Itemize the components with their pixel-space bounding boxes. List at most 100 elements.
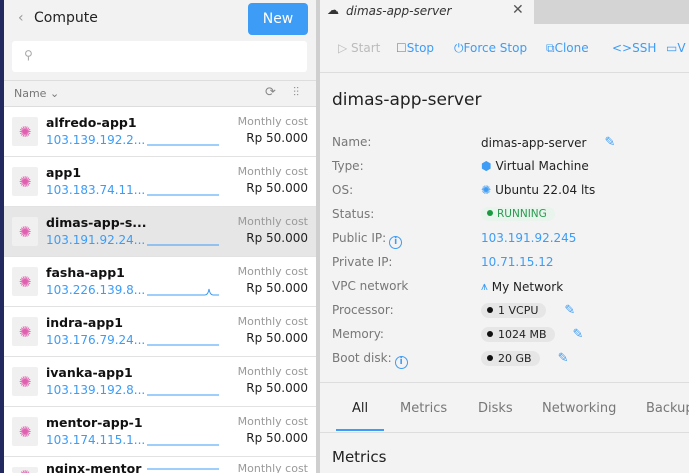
label-name: Name: — [332, 135, 372, 149]
edit-pencil-icon[interactable]: ✎ — [558, 351, 569, 366]
instance-row[interactable]: ✺ indra-app1 103.176.79.24... Monthly co… — [4, 307, 316, 357]
refresh-icon[interactable]: ⟳ — [265, 85, 276, 100]
tab-all[interactable]: All — [352, 401, 368, 416]
usage-sparkline — [147, 468, 219, 470]
detail-row-name: Name: dimas-app-server ✎ — [332, 132, 682, 156]
tab-backup[interactable]: Backup — [646, 401, 689, 416]
detail-row-processor: Processor: 1 VCPU ✎ — [332, 300, 682, 324]
value-private-ip[interactable]: 10.71.15.12 — [481, 255, 554, 269]
instance-ip: 103.139.192.8... — [46, 383, 146, 397]
usage-sparkline — [147, 444, 219, 446]
ubuntu-icon: ✺ — [12, 167, 38, 196]
monthly-cost-label: Monthly cost — [237, 462, 308, 473]
usage-sparkline — [147, 288, 219, 296]
value-public-ip[interactable]: 103.191.92.245 — [481, 231, 576, 245]
instance-row[interactable]: ✺ fasha-app1 103.226.139.8... Monthly co… — [4, 257, 316, 307]
metrics-heading: Metrics — [332, 448, 387, 466]
ssh-button[interactable]: <>SSH — [612, 41, 656, 55]
tab-disks[interactable]: Disks — [478, 401, 513, 416]
monthly-cost-label: Monthly cost — [237, 415, 308, 428]
info-icon[interactable]: i — [389, 236, 403, 249]
force-stop-button[interactable]: ⏻Force Stop — [454, 41, 527, 56]
tab-title: dimas-app-server — [346, 4, 452, 18]
sort-by-name[interactable]: Name ⌄ — [14, 87, 59, 100]
edit-pencil-icon[interactable]: ✎ — [604, 135, 615, 150]
instance-row[interactable]: ✺ dimas-app-s... 103.191.92.24... Monthl… — [4, 207, 316, 257]
value-os: Ubuntu 22.04 lts — [495, 183, 596, 197]
instance-name: dimas-app-s... — [46, 215, 147, 230]
start-label: Start — [351, 41, 381, 55]
ubuntu-icon: ✺ — [12, 417, 38, 446]
back-chevron-icon[interactable]: ‹ — [18, 10, 24, 26]
monthly-cost-label: Monthly cost — [237, 365, 308, 378]
instance-list-panel: ‹ Compute New ⚲ Name ⌄ ⟳ ⫶⫶ ✺ alfredo-ap… — [4, 0, 316, 473]
label-boot-disk: Boot disk: — [332, 351, 392, 365]
info-icon[interactable]: i — [394, 356, 408, 369]
instance-row[interactable]: ✺ alfredo-app1 103.139.192.2... Monthly … — [4, 107, 316, 157]
label-os: OS: — [332, 183, 354, 197]
instance-ip: 103.174.115.1... — [46, 433, 146, 447]
filter-settings-icon[interactable]: ⫶⫶ — [293, 85, 299, 100]
monthly-cost-value: Rp 50.000 — [246, 381, 308, 395]
instance-row[interactable]: ✺ nginx-mentor Monthly cost — [4, 457, 316, 473]
label-type: Type: — [332, 159, 364, 173]
ubuntu-icon: ✺ — [12, 267, 38, 296]
start-button[interactable]: ▷ Start — [338, 41, 380, 55]
monthly-cost-value: Rp 50.000 — [246, 231, 308, 245]
search-input[interactable] — [42, 47, 297, 65]
instance-name: indra-app1 — [46, 315, 123, 330]
ubuntu-icon: ✺ — [12, 467, 38, 473]
edit-pencil-icon[interactable]: ✎ — [564, 303, 575, 318]
instance-list: ✺ alfredo-app1 103.139.192.2... Monthly … — [4, 107, 316, 473]
detail-row-private-ip: Private IP: 10.71.15.12 — [332, 252, 682, 276]
instance-ip: 103.176.79.24... — [46, 333, 146, 347]
detail-row-memory: Memory: 1024 MB ✎ — [332, 324, 682, 348]
cloud-icon: ☁ — [327, 3, 339, 17]
instance-row[interactable]: ✺ mentor-app-1 103.174.115.1... Monthly … — [4, 407, 316, 457]
ubuntu-icon: ✺ — [12, 317, 38, 346]
usage-sparkline-line — [147, 288, 219, 296]
monthly-cost-value: Rp 50.000 — [246, 181, 308, 195]
label-memory: Memory: — [332, 327, 384, 341]
tab-metrics[interactable]: Metrics — [400, 401, 447, 416]
ssh-label: SSH — [632, 41, 657, 55]
detail-row-type: Type: ⬢ Virtual Machine — [332, 156, 682, 180]
tab-networking[interactable]: Networking — [542, 401, 616, 416]
detail-row-boot-disk: Boot disk: i 20 GB ✎ — [332, 348, 682, 372]
status-badge: RUNNING — [481, 207, 555, 221]
instance-ip: 103.226.139.8... — [46, 283, 146, 297]
search-box[interactable]: ⚲ — [12, 41, 307, 72]
value-memory: 1024 MB — [498, 328, 547, 341]
instance-details: Name: dimas-app-server ✎ Type: ⬢ Virtual Mac… — [332, 132, 682, 372]
ubuntu-icon: ✺ — [12, 217, 38, 246]
instance-name: alfredo-app1 — [46, 115, 137, 130]
vnc-button[interactable]: ▭V — [666, 41, 686, 55]
new-button[interactable]: New — [248, 3, 308, 35]
value-name: dimas-app-server — [481, 135, 587, 150]
instance-row[interactable]: ✺ ivanka-app1 103.139.192.8... Monthly c… — [4, 357, 316, 407]
force-stop-label: Force Stop — [463, 41, 528, 55]
memory-pill: 1024 MB — [481, 327, 555, 342]
stop-label: Stop — [406, 41, 435, 55]
edit-pencil-icon[interactable]: ✎ — [573, 327, 584, 342]
monthly-cost-value: Rp 50.000 — [246, 431, 308, 445]
instance-title: dimas-app-server — [332, 90, 482, 110]
section-tabs: All Metrics Disks Networking Backup — [320, 383, 689, 433]
stop-button[interactable]: ☐Stop — [396, 41, 434, 55]
cube-icon: ⬢ — [481, 159, 492, 173]
monthly-cost-label: Monthly cost — [237, 115, 308, 128]
monthly-cost-label: Monthly cost — [237, 165, 308, 178]
monthly-cost-value: Rp 50.000 — [246, 281, 308, 295]
instance-ip: 103.139.192.2... — [46, 133, 146, 147]
tab-dimas-app-server[interactable]: ☁ dimas-app-server ✕ — [320, 0, 534, 24]
instance-ip: 103.183.74.11... — [46, 183, 146, 197]
usage-sparkline — [147, 344, 219, 346]
instance-row[interactable]: ✺ app1 103.183.74.11... Monthly cost Rp … — [4, 157, 316, 207]
instance-name: app1 — [46, 165, 82, 180]
clone-button[interactable]: ⧉Clone — [546, 41, 589, 56]
close-icon[interactable]: ✕ — [512, 2, 524, 18]
detail-row-status: Status: RUNNING — [332, 204, 682, 228]
instance-name: nginx-mentor — [46, 461, 142, 473]
usage-sparkline — [147, 244, 219, 246]
vnc-label: V — [677, 41, 686, 55]
